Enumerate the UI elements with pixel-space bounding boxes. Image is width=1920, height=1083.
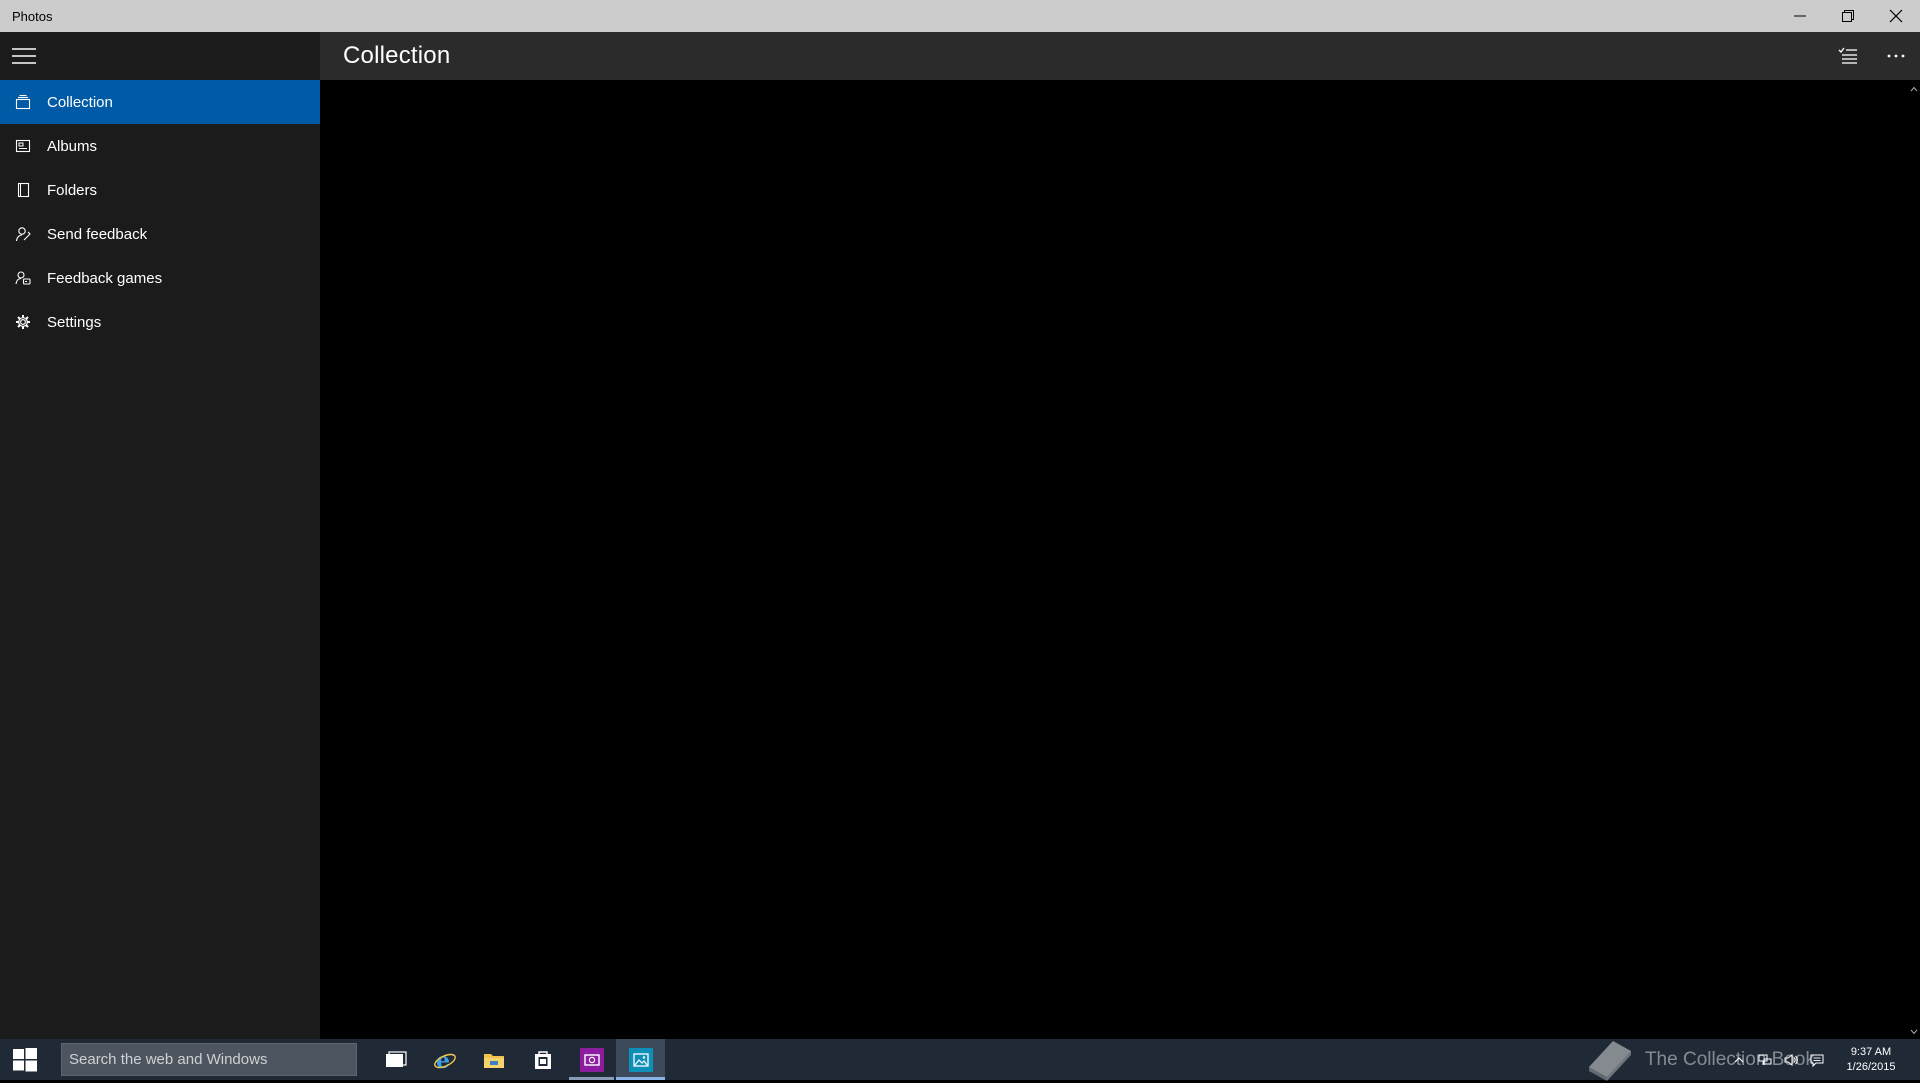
minimize-button[interactable] [1776, 0, 1824, 32]
store-icon [534, 1050, 551, 1069]
sidebar-item-send-feedback[interactable]: Send feedback [0, 212, 320, 256]
network-icon [1758, 1054, 1772, 1065]
more-icon [1887, 54, 1905, 58]
vertical-scrollbar[interactable] [1908, 80, 1920, 1039]
system-tray: 9:37 AM 1/26/2015 [1726, 1039, 1920, 1080]
scroll-up-button[interactable] [1908, 83, 1920, 95]
hamburger-icon [12, 48, 36, 64]
hamburger-button[interactable] [0, 32, 48, 80]
sidebar-item-label: Albums [47, 137, 98, 155]
close-icon [1889, 9, 1903, 23]
network-button[interactable] [1752, 1039, 1778, 1080]
sidebar-item-collection[interactable]: Collection [0, 80, 320, 124]
sidebar-item-label: Send feedback [47, 225, 148, 243]
photos-app-button[interactable] [616, 1039, 665, 1080]
scroll-down-button[interactable] [1908, 1026, 1920, 1038]
header-bar: Collection [320, 32, 1920, 80]
minimize-icon [1794, 15, 1806, 17]
store-button[interactable] [518, 1039, 567, 1080]
gear-icon [0, 300, 46, 344]
show-hidden-icons-button[interactable] [1726, 1039, 1752, 1080]
sidebar-item-albums[interactable]: Albums [0, 124, 320, 168]
window-controls [1776, 0, 1920, 32]
chevron-up-icon [1734, 1056, 1744, 1062]
app-header: Collection [0, 32, 1920, 80]
windows-logo-icon [13, 1047, 37, 1071]
book-logo-icon [1588, 1040, 1631, 1081]
sidebar-item-label: Folders [47, 181, 98, 199]
taskbar: Search the web and Windows e The Collect… [0, 1039, 1920, 1081]
volume-button[interactable] [1778, 1039, 1804, 1080]
sidebar-item-settings[interactable]: Settings [0, 300, 320, 344]
feedback-games-icon [0, 256, 46, 300]
folder-icon [0, 168, 46, 212]
folder-icon [483, 1053, 504, 1068]
chevron-up-icon [1910, 86, 1918, 92]
start-button[interactable] [0, 1039, 50, 1080]
taskbar-clock[interactable]: 9:37 AM 1/26/2015 [1836, 1045, 1906, 1075]
camera-icon [579, 1047, 604, 1072]
internet-explorer-icon: e [433, 1048, 456, 1072]
close-button[interactable] [1872, 0, 1920, 32]
speaker-icon [1784, 1053, 1798, 1066]
window-title-bar[interactable]: Photos [0, 0, 1920, 32]
sidebar-item-label: Feedback games [47, 269, 163, 287]
search-placeholder: Search the web and Windows [69, 1051, 268, 1068]
notification-icon [1810, 1054, 1824, 1067]
internet-explorer-button[interactable]: e [420, 1039, 469, 1080]
collection-icon [0, 80, 46, 124]
task-view-icon [385, 1050, 407, 1067]
page-title: Collection [343, 42, 451, 69]
more-options-button[interactable] [1872, 32, 1920, 80]
sidebar-item-label: Settings [47, 313, 102, 331]
navigation-pane: Collection Albums Folders Send feedback … [0, 80, 320, 1039]
action-center-button[interactable] [1804, 1039, 1830, 1080]
hamburger-area [0, 32, 320, 80]
photos-icon [628, 1047, 653, 1072]
albums-icon [0, 124, 46, 168]
restore-icon [1842, 10, 1854, 22]
sidebar-item-folders[interactable]: Folders [0, 168, 320, 212]
select-button[interactable] [1824, 32, 1872, 80]
file-explorer-button[interactable] [469, 1039, 518, 1080]
taskbar-app-icons: e [371, 1039, 665, 1080]
clock-date: 1/26/2015 [1846, 1060, 1896, 1073]
sidebar-item-label: Collection [47, 93, 113, 111]
task-view-button[interactable] [371, 1039, 420, 1080]
clock-time: 9:37 AM [1850, 1045, 1892, 1058]
select-list-icon [1838, 47, 1857, 64]
header-actions [1824, 32, 1920, 80]
collection-content-area[interactable] [320, 80, 1908, 1039]
tray-icons [1726, 1039, 1830, 1080]
chevron-down-icon [1910, 1029, 1918, 1035]
restore-button[interactable] [1824, 0, 1872, 32]
camera-app-button[interactable] [567, 1039, 616, 1080]
sidebar-item-feedback-games[interactable]: Feedback games [0, 256, 320, 300]
window-title: Photos [12, 8, 53, 24]
feedback-icon [0, 212, 46, 256]
taskbar-search-input[interactable]: Search the web and Windows [61, 1043, 357, 1076]
